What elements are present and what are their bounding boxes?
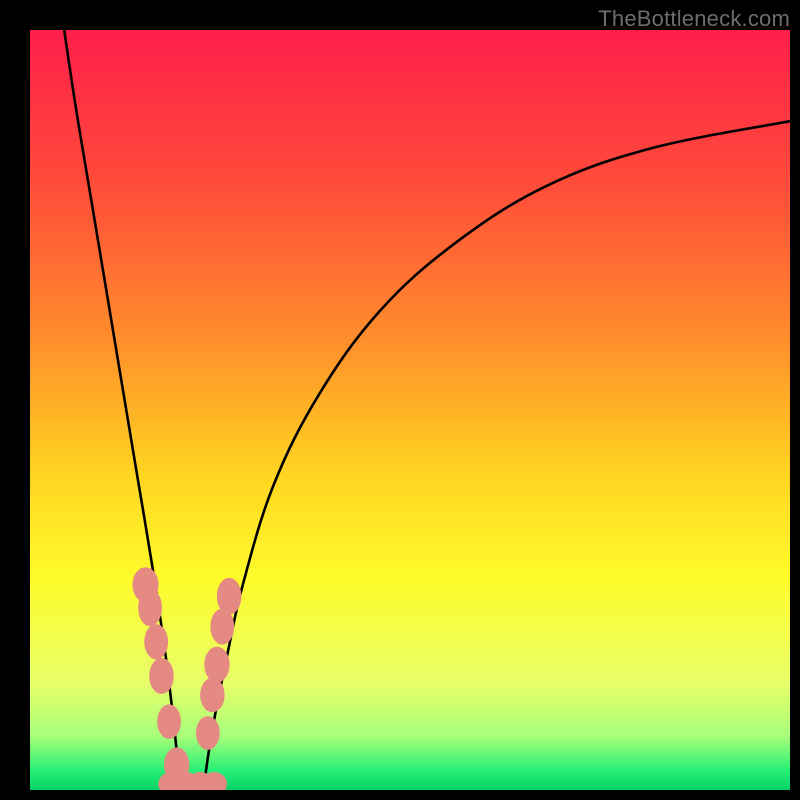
marker-point	[139, 589, 162, 625]
watermark-text: TheBottleneck.com	[598, 6, 790, 32]
chart-frame: TheBottleneck.com	[0, 0, 800, 800]
right-branch-line	[203, 121, 790, 790]
marker-point	[217, 578, 241, 614]
marker-point	[145, 625, 168, 659]
marker-point	[201, 678, 225, 711]
marker-point	[150, 659, 174, 694]
curves-layer	[30, 30, 790, 790]
marker-point	[211, 609, 234, 644]
plot-area	[30, 30, 790, 790]
marker-point	[205, 647, 229, 682]
marker-point	[196, 717, 219, 750]
marker-point	[158, 705, 181, 738]
marker-point	[201, 773, 226, 790]
marker-group	[133, 568, 241, 790]
